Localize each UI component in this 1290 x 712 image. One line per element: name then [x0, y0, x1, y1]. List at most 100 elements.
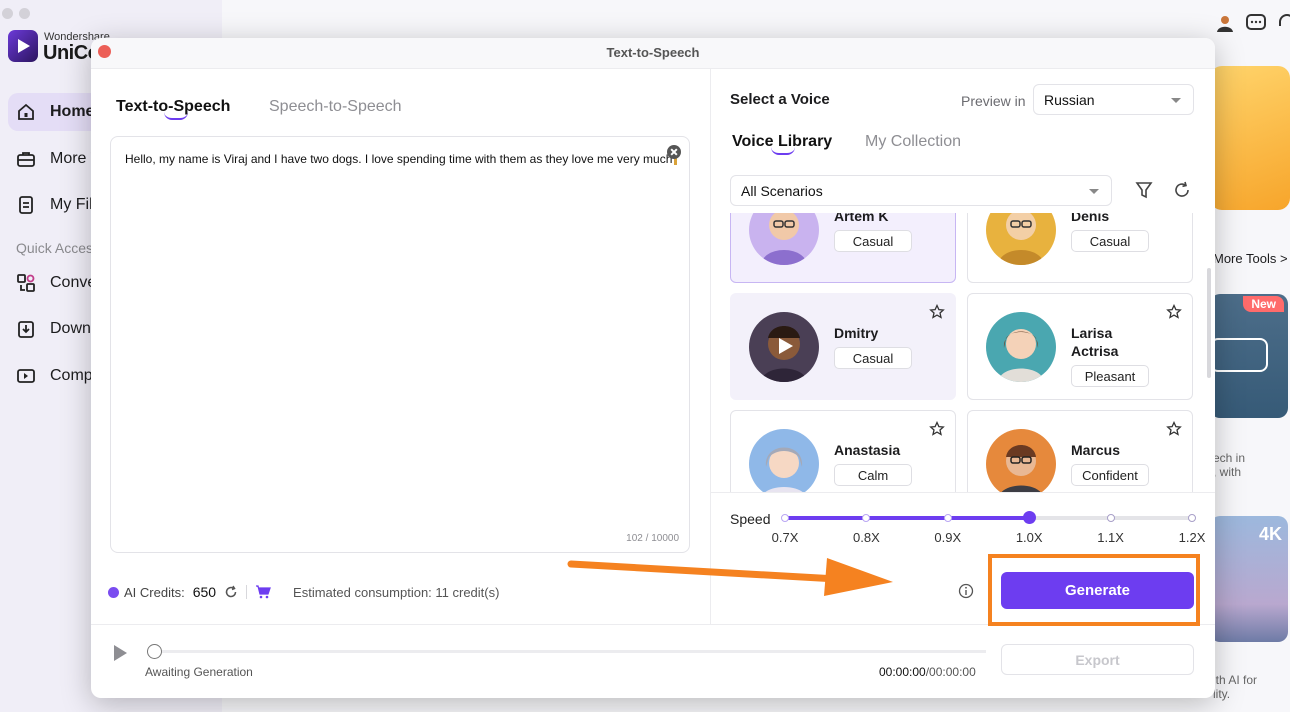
voice-tag: Casual	[1071, 230, 1149, 252]
voice-name: Anastasia	[834, 442, 901, 458]
nav-home-label: Home	[50, 103, 95, 120]
voice-card[interactable]: Denis Casual	[967, 213, 1193, 283]
voice-card[interactable]: Anastasia Calm	[730, 410, 956, 493]
favorite-star-icon[interactable]	[929, 304, 945, 320]
text-input-value[interactable]: Hello, my name is Viraj and I have two d…	[125, 152, 678, 166]
tab-speech-to-speech[interactable]: Speech-to-Speech	[269, 98, 402, 116]
separator	[246, 585, 248, 599]
nav-compressor-label: Comp	[50, 367, 93, 384]
card-4k-label: 4K	[1258, 524, 1282, 544]
feature-card-speech[interactable]: New	[1210, 294, 1288, 418]
favorite-star-icon[interactable]	[929, 421, 945, 437]
voice-avatar	[749, 213, 819, 265]
annotation-arrow-icon	[567, 558, 893, 596]
speed-slider[interactable]	[781, 511, 1196, 524]
home-icon	[18, 103, 34, 120]
new-badge: New	[1243, 296, 1284, 312]
window-control-dot[interactable]	[19, 8, 30, 19]
playback-time: 00:00:00/00:00:00	[879, 665, 976, 679]
refresh-credits-icon[interactable]	[224, 585, 238, 599]
compress-icon	[17, 369, 35, 383]
preview-language-select[interactable]: Russian	[1033, 84, 1194, 115]
download-icon	[18, 321, 34, 338]
voice-card[interactable]: Artem K Casual	[730, 213, 956, 283]
text-input-area[interactable]: Hello, my name is Viraj and I have two d…	[110, 136, 690, 553]
voice-card[interactable]: Dmitry Casual	[730, 293, 956, 400]
waveform-icon	[1210, 338, 1268, 372]
file-icon	[19, 196, 33, 214]
chevron-down-icon	[1171, 97, 1181, 103]
credit-icon	[108, 586, 119, 598]
nav-downloader-label: Downl	[50, 320, 95, 337]
favorite-star-icon[interactable]	[1166, 304, 1182, 320]
estimated-consumption: Estimated consumption: 11 credit(s)	[293, 584, 500, 600]
clear-text-icon[interactable]	[667, 145, 681, 159]
speed-tick[interactable]	[943, 514, 952, 522]
voice-name: Larisa Actrisa	[1071, 325, 1119, 359]
account-icon[interactable]	[1214, 12, 1236, 34]
toolbox-icon	[17, 152, 35, 167]
tab-my-collection[interactable]: My Collection	[865, 133, 961, 151]
play-icon[interactable]	[112, 644, 128, 662]
window-control-dot[interactable]	[2, 8, 13, 19]
voice-name: Dmitry	[834, 325, 879, 341]
speed-slider-knob[interactable]	[1023, 511, 1037, 524]
speed-option-label[interactable]: 1.0X	[1009, 530, 1049, 545]
chevron-down-icon	[1089, 188, 1099, 194]
voice-grid: Artem K Casual Denis Casual Dmitry Casua…	[730, 213, 1196, 493]
voice-name: Artem K	[834, 213, 889, 224]
converter-icon	[17, 274, 35, 292]
credits-value: 650	[192, 584, 217, 600]
credits-label: AI Credits:	[124, 584, 185, 600]
feature-card-video[interactable]	[1210, 66, 1290, 210]
feature-card-upscale-text: ith AI for lity.	[1213, 673, 1258, 701]
info-icon[interactable]	[958, 583, 974, 599]
speed-option-label[interactable]: 0.7X	[765, 530, 805, 545]
voice-name: Marcus	[1071, 442, 1121, 458]
speed-label: Speed	[730, 511, 771, 527]
voice-avatar	[986, 312, 1056, 382]
dialog-titlebar: Text-to-Speech	[91, 38, 1215, 69]
speed-option-label[interactable]: 1.1X	[1091, 530, 1131, 545]
nav-my-files-label: My Fil	[50, 196, 93, 213]
voice-card[interactable]: Marcus Confident	[967, 410, 1193, 493]
playback-knob[interactable]	[147, 644, 162, 659]
message-icon[interactable]	[1245, 12, 1267, 34]
voice-tab-indicator	[771, 147, 795, 155]
playback-progress[interactable]	[152, 650, 986, 653]
select-voice-title: Select a Voice	[730, 91, 830, 108]
speed-tick[interactable]	[781, 514, 789, 522]
favorite-star-icon[interactable]	[1166, 421, 1182, 437]
voice-tag: Casual	[834, 230, 912, 252]
speed-tick[interactable]	[1106, 514, 1115, 522]
voice-avatar	[986, 429, 1056, 493]
speed-tick[interactable]	[1188, 514, 1196, 522]
speed-option-label[interactable]: 0.9X	[928, 530, 968, 545]
speed-tick[interactable]	[862, 514, 871, 522]
voice-card[interactable]: Larisa Actrisa Pleasant	[967, 293, 1193, 400]
speed-option-label[interactable]: 1.2X	[1172, 530, 1212, 545]
preview-language-value: Russian	[1044, 91, 1095, 108]
text-to-speech-dialog: Text-to-Speech Text-to-Speech Speech-to-…	[91, 38, 1215, 698]
voice-list-scrollbar[interactable]	[1207, 268, 1211, 378]
scenario-value: All Scenarios	[741, 182, 823, 199]
feature-card-upscale[interactable]: 4K	[1210, 516, 1288, 642]
headset-icon[interactable]	[1276, 12, 1290, 34]
voice-tag: Casual	[834, 347, 912, 369]
refresh-icon[interactable]	[1173, 181, 1191, 199]
speed-option-label[interactable]: 0.8X	[846, 530, 886, 545]
export-button[interactable]: Export	[1001, 644, 1194, 675]
voice-avatar	[749, 429, 819, 493]
tab-active-indicator	[164, 112, 188, 120]
voice-avatar	[749, 312, 819, 382]
filter-icon[interactable]	[1135, 181, 1153, 199]
scenario-select[interactable]: All Scenarios	[730, 175, 1112, 206]
generate-button[interactable]: Generate	[1001, 572, 1194, 609]
quick-access-label: Quick Acces	[16, 240, 94, 256]
app-logo-icon	[8, 30, 38, 62]
cart-icon[interactable]	[255, 585, 271, 599]
preview-in-label: Preview in	[961, 93, 1026, 109]
more-tools-link[interactable]: More Tools >	[1213, 251, 1288, 266]
voice-name: Denis	[1071, 213, 1110, 224]
text-input-content: Hello, my name is Viraj and I have two d…	[125, 152, 673, 166]
